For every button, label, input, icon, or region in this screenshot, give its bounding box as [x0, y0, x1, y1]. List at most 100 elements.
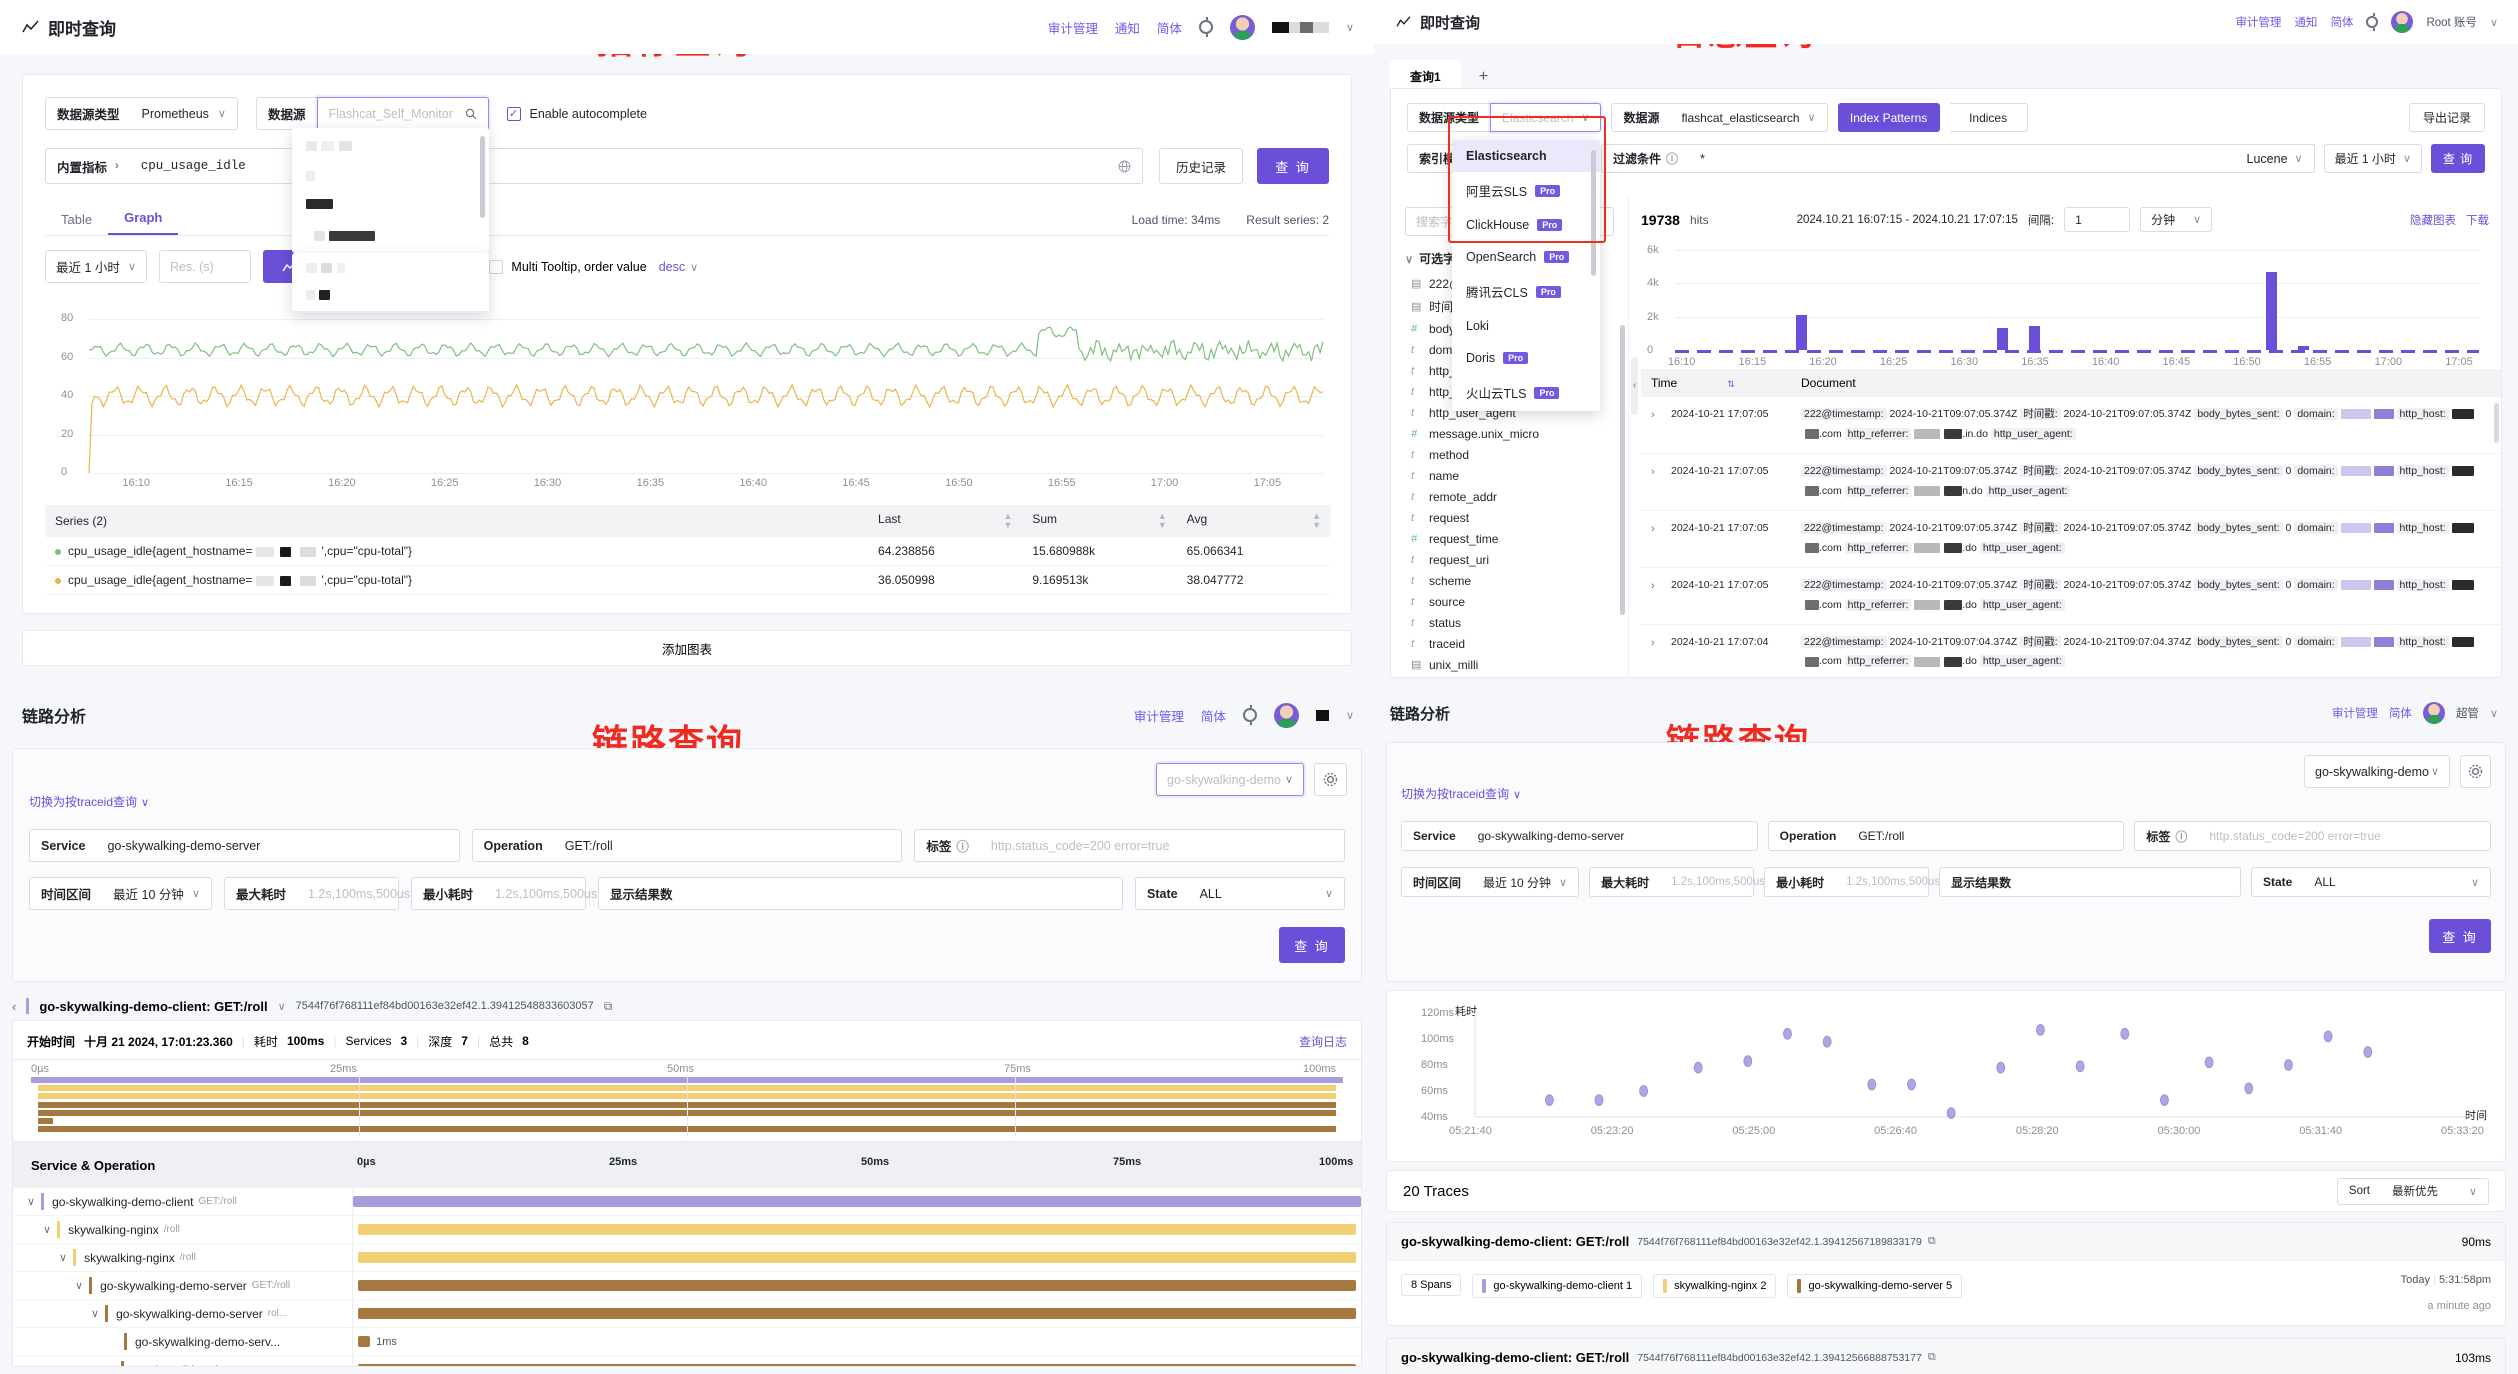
scatter-point[interactable]	[1946, 1107, 1956, 1119]
scatter-point[interactable]	[1743, 1055, 1753, 1067]
scatter-point[interactable]	[2284, 1059, 2293, 1071]
scatter-point[interactable]	[1867, 1078, 1877, 1091]
export-records-button[interactable]: 导出记录	[2409, 103, 2485, 132]
settings-gear-button[interactable]	[2460, 755, 2491, 788]
dropdown-scrollbar[interactable]	[1591, 150, 1596, 276]
help-icon[interactable]: ⓘ	[956, 836, 969, 855]
scatter-point[interactable]	[1996, 1061, 2006, 1074]
span-row[interactable]: ∨ skywalking-nginx/roll	[13, 1216, 1361, 1244]
maxdur-input[interactable]: 1.2s,100ms,500us	[296, 877, 410, 910]
chevron-down-icon[interactable]: ∨	[2490, 707, 2498, 720]
limit-input[interactable]	[2022, 867, 2241, 897]
field-item[interactable]: t status	[1405, 612, 1614, 633]
scatter-point[interactable]	[1822, 1035, 1832, 1048]
doc-row[interactable]: › 2024-10-21 17:07:04 222@timestamp: 2024-…	[1641, 625, 2501, 678]
datasource-type-option[interactable]: 腾讯云CLS Pro	[1452, 273, 1600, 310]
trace-card[interactable]: go-skywalking-demo-client: GET:/roll 7544…	[1386, 1338, 2506, 1374]
promql-input[interactable]: cpu_usage_idle	[129, 148, 1143, 184]
field-item[interactable]: t traceid	[1405, 633, 1614, 654]
filter-input[interactable]: *	[1689, 144, 2236, 173]
help-icon[interactable]: ⓘ	[2175, 828, 2187, 845]
hide-chart-button[interactable]: 隐藏图表	[2410, 212, 2456, 228]
operation-input[interactable]: GET:/roll	[553, 829, 903, 862]
scatter-point[interactable]	[2120, 1027, 2130, 1040]
scatter-point[interactable]	[1544, 1094, 1554, 1106]
field-item[interactable]: t request_uri	[1405, 549, 1614, 570]
datasource-select[interactable]: go-skywalking-demo ∨	[2304, 755, 2450, 788]
metric-search-button[interactable]: 查 询	[1257, 148, 1329, 184]
tab-graph[interactable]: Graph	[108, 210, 179, 235]
nav-audit[interactable]: 审计管理	[1134, 706, 1184, 725]
scatter-point[interactable]	[2244, 1082, 2254, 1095]
nav-audit[interactable]: 审计管理	[2332, 705, 2378, 721]
datasource-type-option[interactable]: OpenSearch Pro	[1452, 241, 1600, 273]
interval-input[interactable]: 1	[2064, 207, 2131, 232]
time-range-select[interactable]: 最近 1 小时 ∨	[45, 250, 147, 283]
avatar[interactable]	[1273, 702, 1299, 728]
datasource-type-option[interactable]: Doris Pro	[1452, 342, 1600, 374]
scatter-point[interactable]	[2204, 1056, 2214, 1069]
field-item[interactable]: t source	[1405, 591, 1614, 612]
order-select[interactable]: desc ∨	[659, 260, 698, 274]
scatter-point[interactable]	[1639, 1085, 1649, 1097]
log-time-range-select[interactable]: 最近 1 小时 ∨	[2323, 144, 2422, 173]
scatter-point[interactable]	[1693, 1061, 1703, 1074]
chevron-down-icon[interactable]: ∨	[2490, 16, 2498, 29]
chevron-down-icon[interactable]: ∨	[1346, 21, 1354, 34]
help-icon[interactable]: ⓘ	[1666, 150, 1678, 167]
expand-row-icon[interactable]: ›	[1651, 576, 1671, 616]
nav-notify[interactable]: 通知	[2294, 14, 2317, 30]
tags-input[interactable]: http.status_code=200 error=true	[2198, 821, 2492, 851]
switch-traceid-link[interactable]: 切换为按traceid查询 ∨	[29, 793, 149, 810]
field-item[interactable]: t request	[1405, 507, 1614, 528]
table-row[interactable]: cpu_usage_idle{agent_hostname= ',cpu="cpu…	[45, 537, 1331, 566]
datasource-option-selected[interactable]: Flashcat_Self_Monitor	[292, 311, 489, 313]
field-item[interactable]: t name	[1405, 465, 1614, 486]
doc-row[interactable]: › 2024-10-21 17:07:05 222@timestamp: 2024-…	[1641, 511, 2501, 568]
copy-icon[interactable]: ⧉	[1928, 1235, 1936, 1248]
trace-card[interactable]: go-skywalking-demo-client: GET:/roll 7544…	[1386, 1222, 2506, 1326]
col-last[interactable]: Last ▲ ▼	[868, 505, 1023, 537]
service-input[interactable]: go-skywalking-demo-server	[96, 829, 460, 862]
ds-select[interactable]: flashcat_elasticsearch ∨	[1670, 103, 1828, 132]
doc-scrollbar[interactable]	[2494, 403, 2499, 443]
datasource-type-option[interactable]: 火山云TLS Pro	[1452, 374, 1600, 411]
resolution-input[interactable]: Res. (s)	[158, 250, 251, 283]
interval-unit-select[interactable]: 分钟 ∨	[2140, 207, 2213, 232]
span-row[interactable]: ∨ go-skywalking-demo-server GET:/roll	[13, 1272, 1361, 1300]
nav-lang[interactable]: 简体	[2330, 14, 2353, 30]
copy-icon[interactable]: ⧉	[604, 999, 613, 1014]
expand-span-icon[interactable]: ∨	[91, 1307, 99, 1320]
state-select[interactable]: ALL ∨	[2303, 867, 2491, 897]
histogram-bar[interactable]	[2028, 325, 2040, 350]
nav-notify[interactable]: 通知	[1115, 18, 1140, 37]
scatter-point[interactable]	[2363, 1046, 2373, 1058]
mindur-input[interactable]: 1.2s,100ms,500us	[483, 877, 597, 910]
expand-row-icon[interactable]: ›	[1651, 405, 1671, 445]
datasource-type-option[interactable]: ClickHouse Pro	[1452, 209, 1600, 241]
datasource-type-option[interactable]: 阿里云SLS Pro	[1452, 172, 1600, 209]
col-sum[interactable]: Sum ▲ ▼	[1022, 505, 1177, 537]
histogram-bar[interactable]	[2265, 271, 2277, 350]
tab-table[interactable]: Table	[45, 212, 108, 235]
field-item[interactable]: t remote_addr	[1405, 486, 1614, 507]
chevron-down-icon[interactable]: ∨	[1346, 709, 1354, 722]
ds-type-select[interactable]: Prometheus ∨	[130, 97, 238, 130]
log-datasource-type-dropdown[interactable]: Elasticsearch 阿里云SLS Pro ClickHouse Pro OpenS…	[1452, 140, 1600, 411]
span-row[interactable]: ∨ go-skywalking-demo-server rol...	[13, 1300, 1361, 1328]
state-select[interactable]: ALL ∨	[1188, 877, 1345, 910]
nav-audit[interactable]: 审计管理	[2235, 14, 2281, 30]
field-item[interactable]: t scheme	[1405, 570, 1614, 591]
dropdown-scrollbar[interactable]	[480, 136, 485, 218]
col-avg[interactable]: Avg ▲ ▼	[1176, 505, 1331, 537]
switch-traceid-link[interactable]: 切换为按traceid查询 ∨	[1401, 785, 1521, 802]
tags-input[interactable]: http.status_code=200 error=true	[979, 829, 1346, 862]
history-button[interactable]: 历史记录	[1159, 148, 1243, 184]
nav-lang[interactable]: 简体	[1157, 18, 1182, 37]
add-tab-button[interactable]: +	[1461, 68, 1506, 86]
avatar[interactable]	[2422, 702, 2445, 724]
expand-span-icon[interactable]: ∨	[75, 1279, 83, 1292]
field-item[interactable]: ▤ unix_milli	[1405, 654, 1614, 675]
expand-span-icon[interactable]: ∨	[43, 1223, 51, 1236]
autocomplete-toggle[interactable]: ✓ Enable autocomplete	[506, 106, 647, 121]
